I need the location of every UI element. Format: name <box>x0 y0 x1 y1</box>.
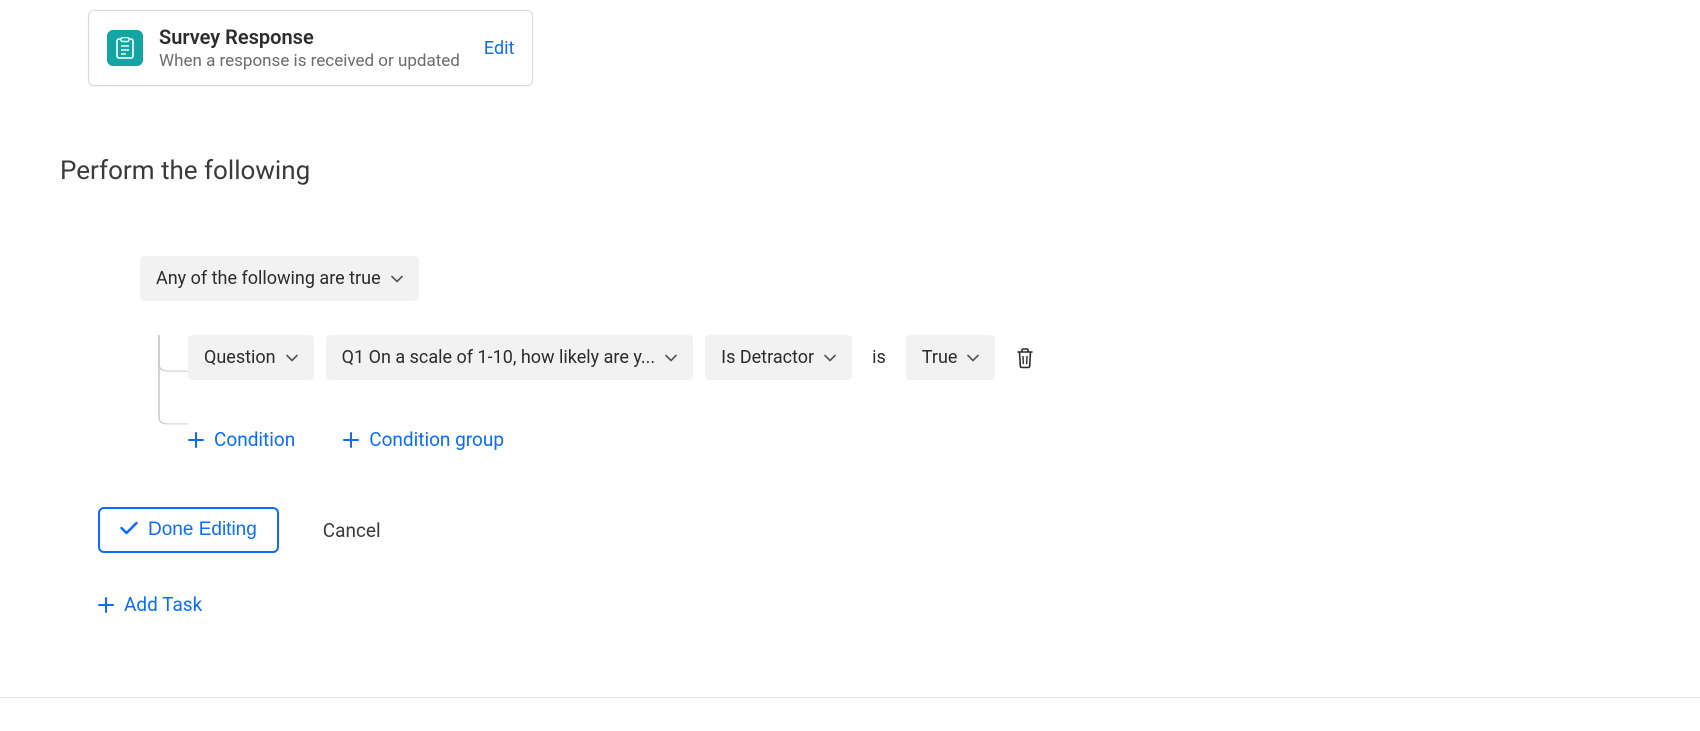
value-dropdown[interactable]: True <box>906 335 996 380</box>
add-task-button[interactable]: Add Task <box>98 593 202 616</box>
comparator-text: is <box>864 347 894 368</box>
trigger-subtitle: When a response is received or updated <box>159 51 460 71</box>
chevron-down-icon <box>391 275 403 283</box>
plus-icon <box>343 432 359 448</box>
question-dropdown[interactable]: Q1 On a scale of 1-10, how likely are y.… <box>326 335 694 380</box>
add-condition-button[interactable]: Condition <box>188 428 295 451</box>
clipboard-icon <box>107 30 143 66</box>
chevron-down-icon <box>286 354 298 362</box>
plus-icon <box>188 432 204 448</box>
done-label: Done Editing <box>148 519 257 541</box>
chevron-down-icon <box>665 354 677 362</box>
bottom-divider <box>0 697 1700 698</box>
trigger-text: Survey Response When a response is recei… <box>159 25 460 71</box>
add-condition-label: Condition <box>214 428 295 451</box>
operator-dropdown[interactable]: Any of the following are true <box>140 256 419 301</box>
trash-icon <box>1015 347 1035 369</box>
trigger-card: Survey Response When a response is recei… <box>88 10 533 86</box>
trigger-title: Survey Response <box>159 25 460 49</box>
section-heading: Perform the following <box>60 156 1640 186</box>
delete-condition-button[interactable] <box>1015 347 1035 369</box>
add-condition-group-button[interactable]: Condition group <box>343 428 504 451</box>
condition-row: Question Q1 On a scale of 1-10, how like… <box>188 335 1640 380</box>
chevron-down-icon <box>967 354 979 362</box>
field-type-label: Question <box>204 347 276 368</box>
add-condition-group-label: Condition group <box>369 428 504 451</box>
add-row: Condition Condition group <box>188 428 1640 451</box>
property-label: Is Detractor <box>721 347 814 368</box>
action-row: Done Editing Cancel <box>98 507 1640 553</box>
add-task-row: Add Task <box>98 593 1640 617</box>
check-icon <box>120 519 138 541</box>
question-label: Q1 On a scale of 1-10, how likely are y.… <box>342 347 656 368</box>
operator-label: Any of the following are true <box>156 268 381 289</box>
plus-icon <box>98 597 114 613</box>
field-type-dropdown[interactable]: Question <box>188 335 314 380</box>
condition-children: Question Q1 On a scale of 1-10, how like… <box>158 335 1640 451</box>
add-task-label: Add Task <box>124 593 202 616</box>
property-dropdown[interactable]: Is Detractor <box>705 335 852 380</box>
done-editing-button[interactable]: Done Editing <box>98 507 279 553</box>
value-label: True <box>922 347 958 368</box>
cancel-button[interactable]: Cancel <box>323 519 381 542</box>
condition-block: Any of the following are true Question Q… <box>140 256 1640 451</box>
tree-connector <box>158 335 188 451</box>
edit-link[interactable]: Edit <box>484 38 514 59</box>
chevron-down-icon <box>824 354 836 362</box>
